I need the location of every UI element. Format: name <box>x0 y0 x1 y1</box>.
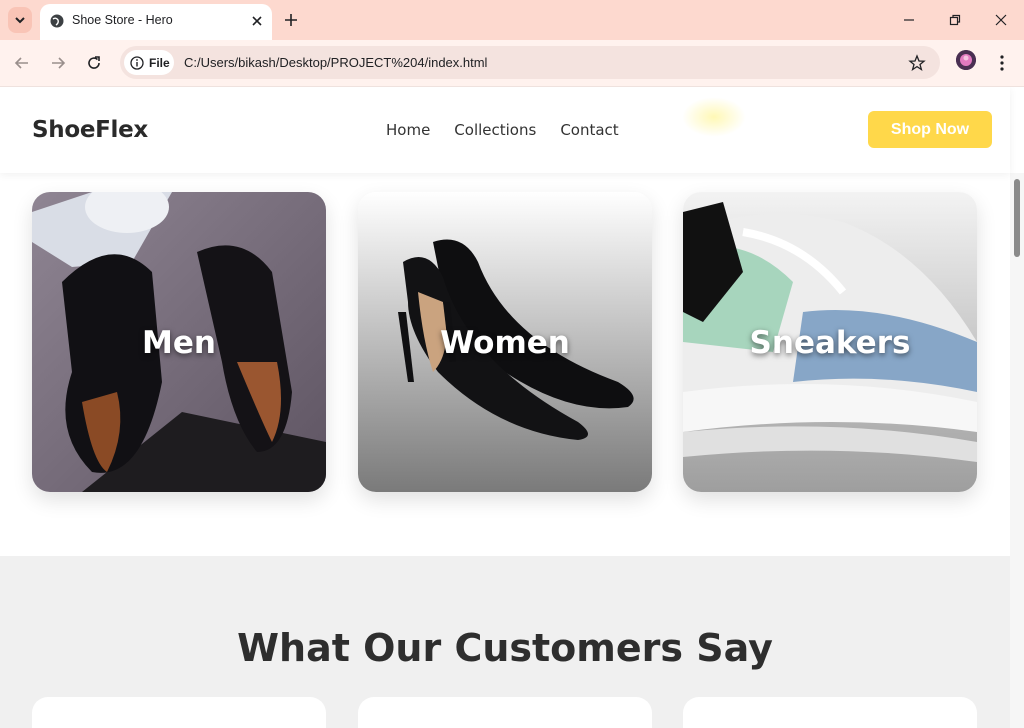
site-info-chip[interactable]: File <box>124 50 174 75</box>
main-nav: Home Collections Contact <box>386 121 619 139</box>
category-label-women: Women <box>440 325 570 361</box>
file-chip-label: File <box>149 55 170 70</box>
shop-now-button[interactable]: Shop Now <box>868 111 992 148</box>
reload-icon[interactable] <box>85 54 103 72</box>
info-icon <box>130 55 144 70</box>
category-card-sneakers[interactable]: Sneakers <box>683 192 977 492</box>
close-icon[interactable] <box>250 14 264 28</box>
tab-search-button[interactable] <box>8 7 32 33</box>
close-window-icon[interactable] <box>993 12 1009 28</box>
site-logo[interactable]: ShoeFlex <box>32 117 148 143</box>
minimize-icon[interactable] <box>901 12 917 28</box>
browser-toolbar: File C:/Users/bikash/Desktop/PROJECT%204… <box>0 40 1024 87</box>
active-tab[interactable]: Shoe Store - Hero <box>40 4 272 40</box>
back-icon[interactable] <box>13 54 31 72</box>
url-text[interactable]: C:/Users/bikash/Desktop/PROJECT%204/inde… <box>184 55 487 70</box>
tab-title: Shoe Store - Hero <box>72 13 173 27</box>
page-scrollbar[interactable] <box>1010 173 1024 728</box>
category-label-men: Men <box>142 325 216 361</box>
category-card-women[interactable]: Women <box>358 192 652 492</box>
plus-icon[interactable] <box>282 11 300 29</box>
avatar-icon <box>956 50 976 70</box>
restore-icon[interactable] <box>947 12 963 28</box>
category-card-men[interactable]: Men <box>32 192 326 492</box>
testimonial-card <box>358 697 652 728</box>
address-bar[interactable]: File C:/Users/bikash/Desktop/PROJECT%204… <box>120 46 940 79</box>
nav-collections[interactable]: Collections <box>454 121 536 139</box>
site-header: ShoeFlex Home Collections Contact Shop N… <box>0 87 1010 173</box>
category-section: Men Women Sneakers <box>0 173 1010 556</box>
chevron-down-icon <box>15 17 25 24</box>
nav-contact[interactable]: Contact <box>560 121 618 139</box>
testimonials-section: What Our Customers Say <box>0 556 1010 728</box>
nav-home[interactable]: Home <box>386 121 430 139</box>
category-label-sneakers: Sneakers <box>749 325 911 361</box>
forward-icon[interactable] <box>49 54 67 72</box>
testimonials-title: What Our Customers Say <box>237 626 773 670</box>
globe-icon <box>50 14 64 28</box>
profile-avatar[interactable] <box>956 50 976 70</box>
page-viewport: ShoeFlex Home Collections Contact Shop N… <box>0 87 1024 728</box>
browser-tab-bar: Shoe Store - Hero <box>0 0 1024 40</box>
testimonial-card <box>683 697 977 728</box>
more-vert-icon[interactable] <box>994 54 1010 72</box>
star-icon[interactable] <box>908 54 926 72</box>
scrollbar-thumb[interactable] <box>1014 179 1020 257</box>
decorative-glow <box>682 97 746 137</box>
testimonial-card <box>32 697 326 728</box>
